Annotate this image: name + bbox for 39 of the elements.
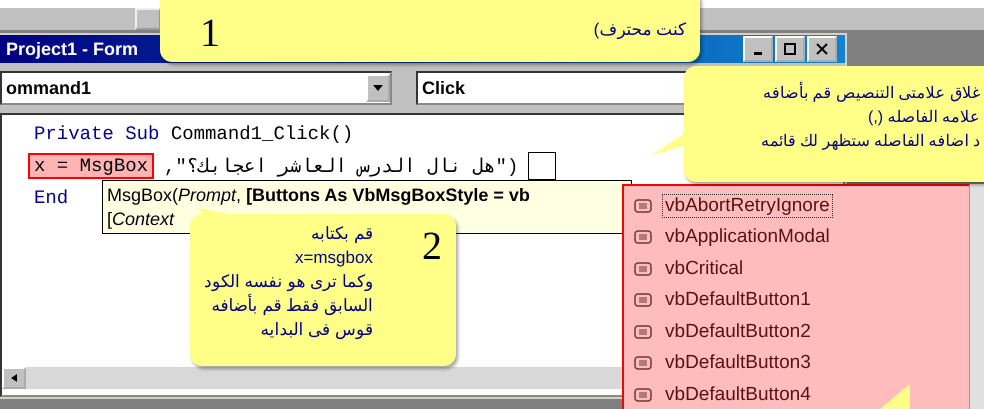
callout-text: قوس فى البدايه (260, 319, 373, 342)
highlighted-code: x = MsgBox (28, 153, 154, 179)
callout-text: x=msgbox (294, 247, 373, 269)
text-cursor-box (528, 152, 556, 180)
callout-text: السابق فقط قم بأضافه (212, 294, 373, 318)
constant-icon (634, 198, 652, 213)
object-dropdown[interactable]: ommand1 (0, 71, 392, 105)
callout-text: غلاق علامتى التنصيص قم بأضافه (763, 82, 980, 106)
pointer-tooltip (880, 384, 910, 409)
code-text: ("هل نال الدرس العاشر اعجابك؟", (164, 154, 518, 178)
callout-number: 2 (422, 222, 442, 269)
minimize-button[interactable] (743, 36, 773, 62)
code-line: Private Sub Command1_Click() (34, 123, 354, 145)
constant-icon (634, 230, 652, 244)
callout-text: علامه الفاصله (,) (868, 108, 980, 128)
callout-text: قم بكتابه (311, 223, 373, 246)
close-icon (816, 43, 828, 55)
vertical-scrollbar[interactable] (969, 184, 984, 409)
tooltip-text: MsgBox(Prompt, [Buttons As VbMsgBoxStyle = vb (107, 184, 530, 207)
horizontal-scrollbar[interactable] (2, 367, 622, 389)
minimize-icon (754, 52, 762, 54)
callout-number: 1 (200, 9, 220, 56)
code-line: End (34, 187, 68, 209)
constant-icon (634, 324, 652, 339)
caret-icon (373, 85, 383, 91)
callout-text: وكما ترى هو نفسه الكود (204, 271, 373, 294)
maximize-icon (784, 43, 796, 55)
constant-icon (634, 262, 652, 276)
left-arrow-icon (11, 374, 17, 382)
maximize-button[interactable] (775, 36, 805, 62)
completion-list[interactable]: vbAbortRetryIgnore vbApplicationModal vbCritical vbDefaultButton1 vbDefaultButton2 vbDefaultButton3 vbDefaultButton4 (622, 184, 972, 409)
constant-icon (634, 388, 652, 402)
tooltip-text: [Context (107, 208, 174, 231)
window-title: Project1 - Form (6, 38, 138, 60)
close-button[interactable] (807, 36, 837, 62)
callout-text: كنت محترف) (594, 19, 686, 42)
constant-icon (634, 293, 652, 308)
constant-icon (634, 356, 652, 370)
scroll-button[interactable] (135, 8, 161, 30)
